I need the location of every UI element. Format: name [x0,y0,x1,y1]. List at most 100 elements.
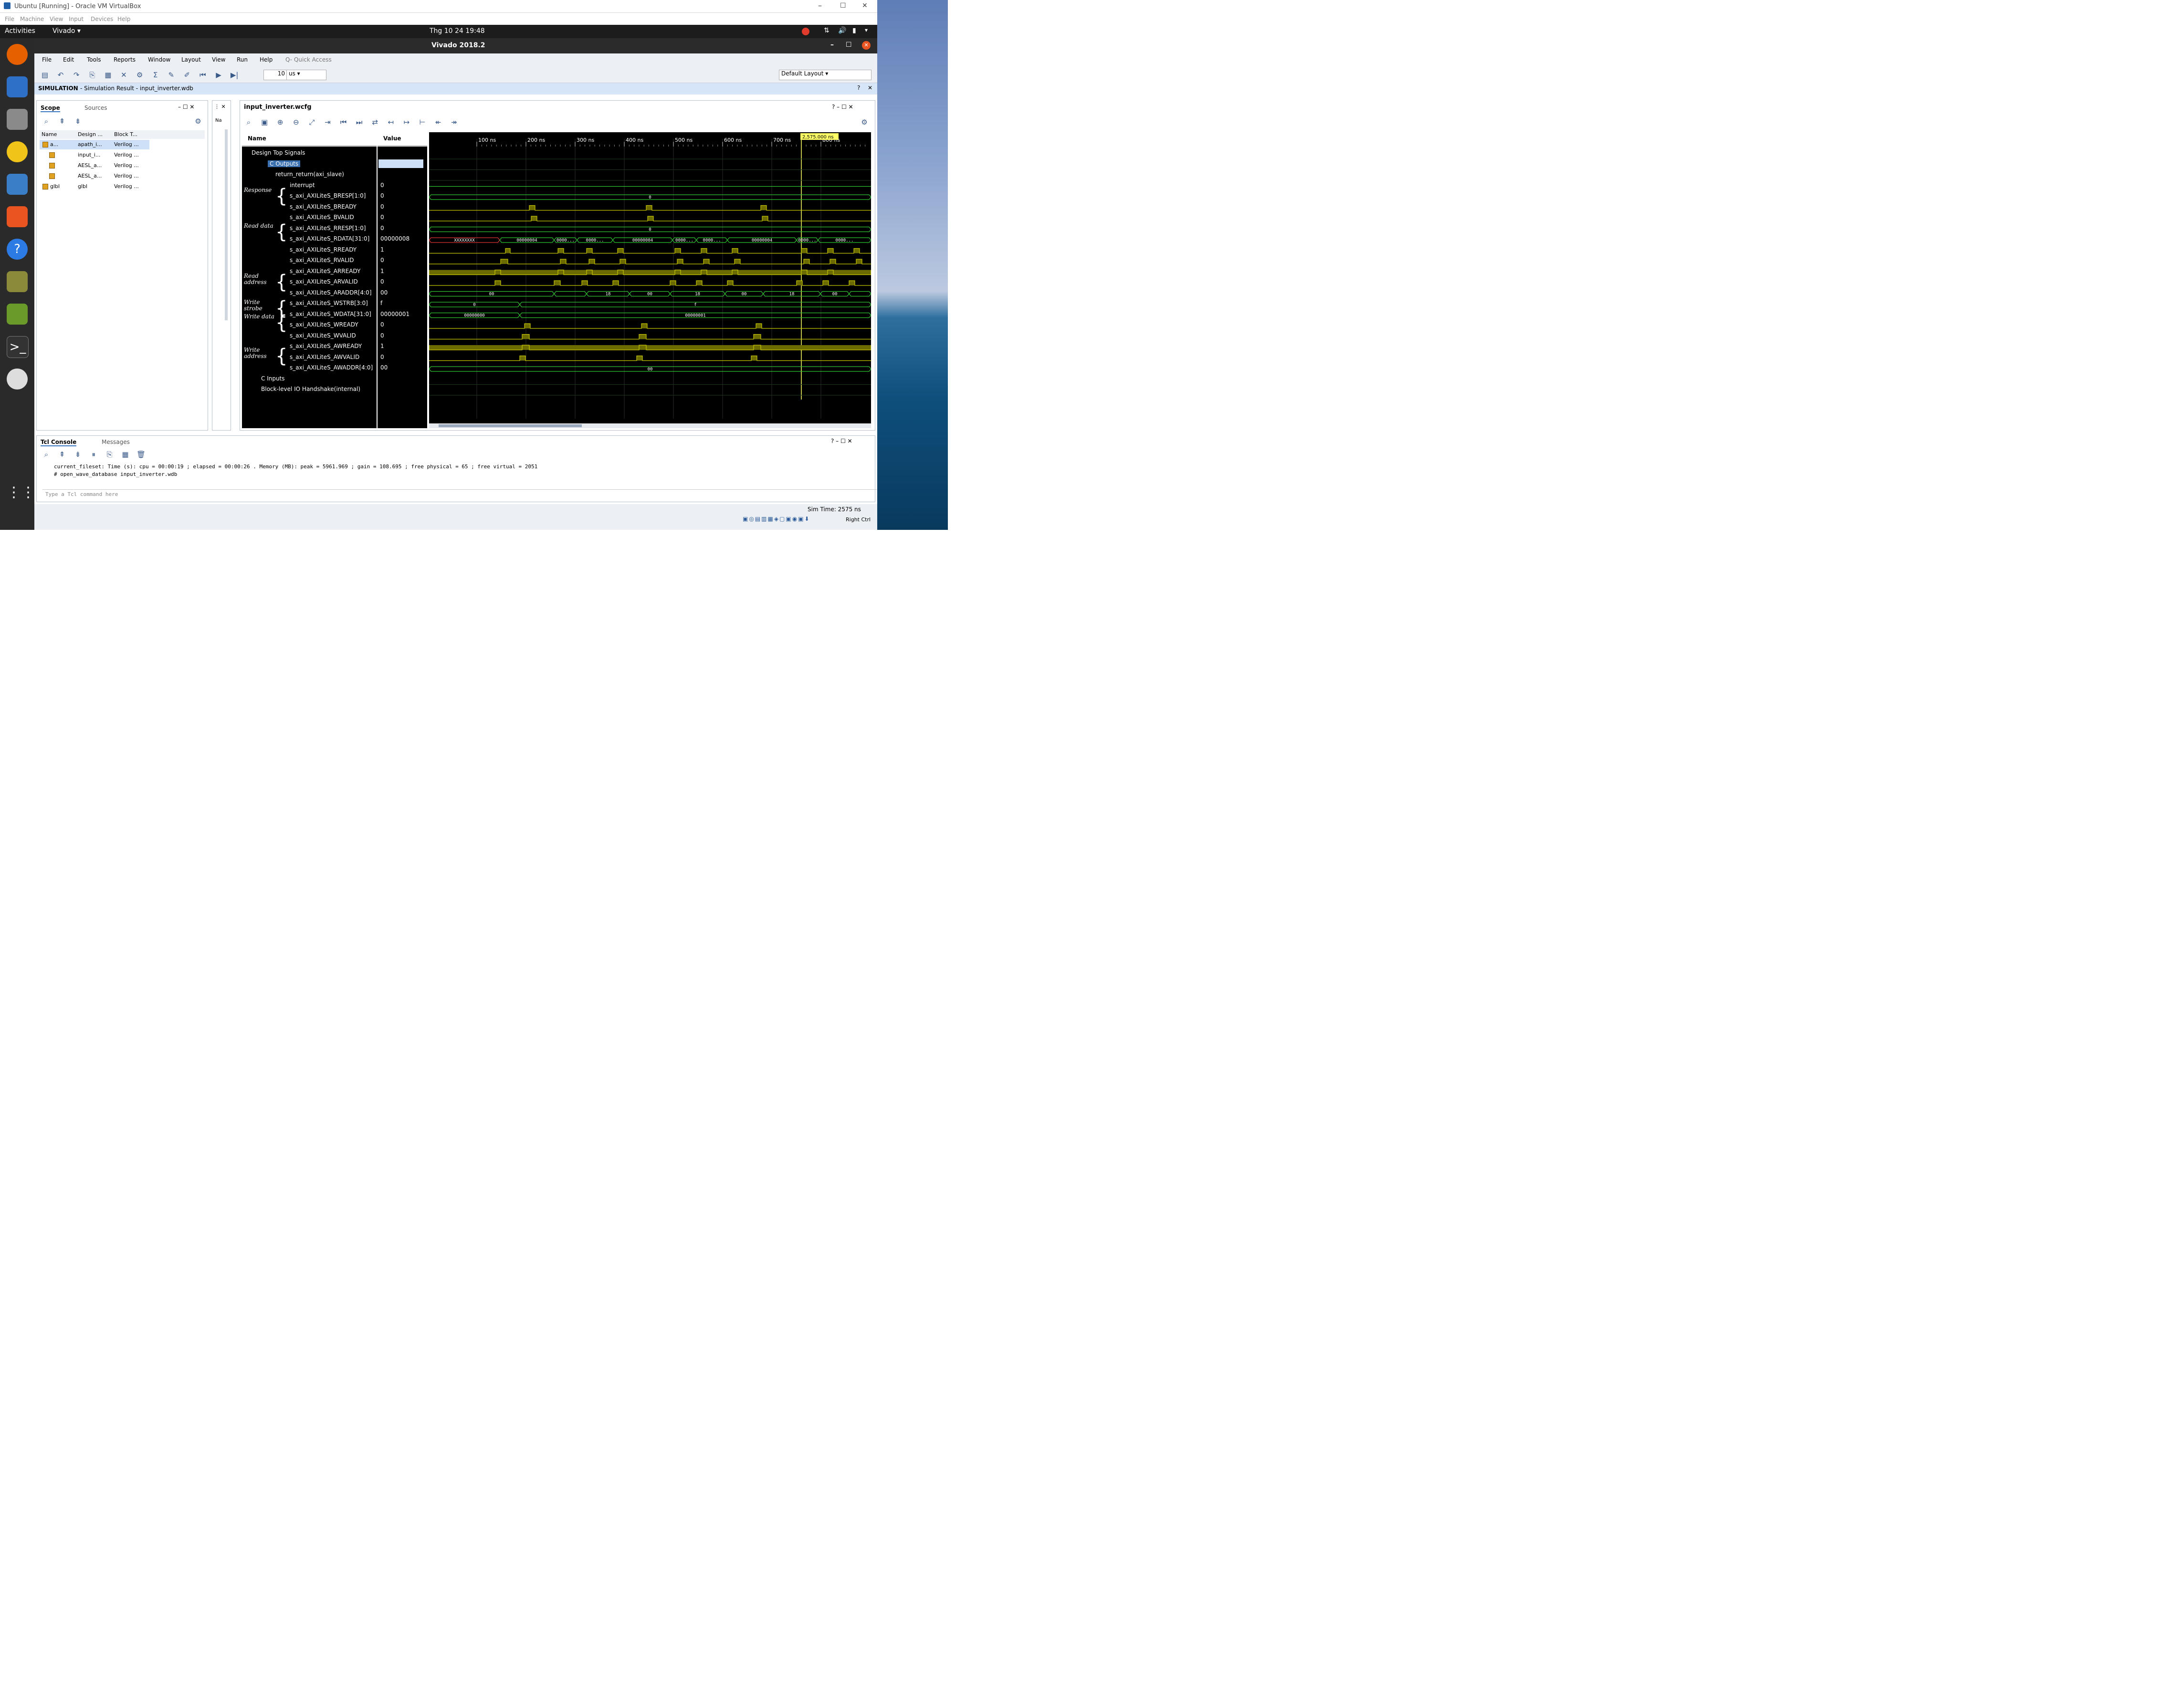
tab-tcl-console[interactable]: Tcl Console [41,439,77,446]
run-time-input[interactable]: 10 [263,70,287,80]
xilinx-icon[interactable] [7,304,28,325]
signal-name[interactable]: s_axi_AXILiteS_WVALID [290,332,356,339]
vivado-minimize-button[interactable]: – [830,41,834,49]
signal-name[interactable]: s_axi_AXILiteS_RVALID [290,257,354,263]
collapse-icon[interactable]: ⇞ [57,449,67,460]
help-icon[interactable]: ? [7,239,28,260]
signal-name[interactable]: interrupt [290,182,315,189]
signal-name[interactable]: s_axi_AXILiteS_AWVALID [290,354,359,360]
signal-name[interactable]: s_axi_AXILiteS_ARADDR[4:0] [290,289,372,296]
expand-all-icon[interactable]: ⇟ [73,116,83,126]
vivado-menu-edit[interactable]: Edit [63,56,74,63]
rhythmbox-icon[interactable] [7,141,28,162]
signal-name[interactable]: s_axi_AXILiteS_ARVALID [290,278,358,285]
software-icon[interactable] [7,206,28,227]
wave-col-name[interactable]: Name [248,135,266,142]
search-icon[interactable]: ⌕ [41,449,52,460]
activities-button[interactable]: Activities [5,27,35,35]
quick-access-input[interactable]: Q- Quick Access [285,56,332,63]
signal-name[interactable]: s_axi_AXILiteS_BVALID [290,214,354,221]
system-menu-icon[interactable]: ▾ [865,27,868,33]
scope-row[interactable]: AESL_a... Verilog ... [40,161,149,170]
signal-name[interactable]: s_axi_AXILiteS_AWADDR[4:0] [290,364,373,371]
menu-input[interactable]: Input [69,16,84,22]
vivado-menu-run[interactable]: Run [237,56,248,63]
menu-help[interactable]: Help [117,16,130,22]
collapse-all-icon[interactable]: ⇞ [57,116,67,126]
signal-name[interactable]: s_axi_AXILiteS_BREADY [290,203,357,210]
vivado-icon[interactable] [7,271,28,292]
next-marker-icon[interactable]: ↠ [449,117,459,127]
signal-name[interactable]: s_axi_AXILiteS_RREADY [290,246,357,253]
zoom-out-icon[interactable]: ⊖ [291,117,301,127]
vivado-menu-help[interactable]: Help [260,56,273,63]
writer-icon[interactable] [7,174,28,195]
pen-icon[interactable]: ✐ [182,70,192,80]
restart-icon[interactable]: ⏮ [198,70,208,80]
terminal-icon[interactable]: >_ [7,336,29,358]
clock[interactable]: Thg 10 24 19:48 [430,27,485,35]
help-icon[interactable]: ? [857,84,860,91]
undo-icon[interactable]: ↶ [55,70,66,80]
scope-row[interactable]: input_i... Verilog ... [40,150,149,160]
volume-icon[interactable]: 🔊 [838,27,846,34]
scope-row[interactable]: AESL_a... Verilog ... [40,171,149,181]
battery-icon[interactable]: ▮ [852,27,856,34]
run-all-icon[interactable]: ▶ [213,70,224,80]
signal-name[interactable]: s_axi_AXILiteS_WSTRB[3:0] [290,300,368,306]
pause-icon[interactable]: ⏸ [88,449,99,460]
files-icon[interactable] [7,109,28,130]
panel-window-controls[interactable]: – ☐ ✕ [178,104,194,110]
tcl-command-input[interactable]: Type a Tcl command here [42,489,877,502]
vivado-menu-reports[interactable]: Reports [114,56,136,63]
go-to-start-icon[interactable]: ⏮ [338,117,349,127]
waveform-canvas[interactable]: 100 ns 200 ns 300 ns 400 ns 500 ns 600 ns 700 … [429,132,871,428]
wave-col-value[interactable]: Value [383,135,401,142]
menu-devices[interactable]: Devices [91,16,113,22]
open-project-icon[interactable]: ▤ [40,70,50,80]
signal-group[interactable]: return_return(axi_slave) [275,171,344,178]
go-to-end-icon[interactable]: ⏭ [354,117,365,127]
virtualbox-status-icons[interactable]: ▣◎▤▥▦◈▢▣◉▣⬇ [743,516,810,522]
swap-cursors-icon[interactable]: ⇄ [370,117,380,127]
scope-col-type[interactable]: Block T... [114,131,137,137]
menu-view[interactable]: View [50,16,63,22]
tab-wave-config[interactable]: input_inverter.wcfg [244,104,312,111]
run-time-unit-select[interactable]: us ▾ [286,70,326,80]
apps-grid-icon[interactable]: ⋮⋮ [7,482,35,503]
search-icon[interactable]: ⌕ [243,117,254,127]
maximize-button[interactable]: ☐ [840,2,846,10]
expand-icon[interactable]: ⇟ [73,449,83,460]
tab-messages[interactable]: Messages [102,439,130,445]
vivado-close-button[interactable]: ✕ [862,41,871,50]
signal-group[interactable]: C Inputs [261,375,285,382]
scope-col-name[interactable]: Name [42,131,57,137]
signal-group[interactable]: C Outputs [268,160,301,167]
wave-window-controls[interactable]: ? – ☐ ✕ [832,104,853,110]
tab-scope[interactable]: Scope [41,105,60,112]
delete-icon[interactable]: 🗑 [136,449,147,460]
close-button[interactable]: ✕ [862,2,868,10]
settings-icon[interactable]: ⚙ [135,70,145,80]
signal-name[interactable]: s_axi_AXILiteS_RRESP[1:0] [290,225,366,232]
redo-icon[interactable]: ↷ [71,70,82,80]
vivado-menu-file[interactable]: File [42,56,52,63]
add-marker-icon[interactable]: ⊢ [417,117,428,127]
menu-machine[interactable]: Machine [20,16,44,22]
scope-row[interactable]: a... apath_i... Verilog ... [40,140,149,149]
wave-horizontal-scrollbar[interactable] [429,423,871,428]
signal-name[interactable]: s_axi_AXILiteS_BRESP[1:0] [290,192,366,199]
signal-group[interactable]: Block-level IO Handshake(internal) [261,386,360,392]
zoom-fit-icon[interactable]: ⤢ [306,117,317,127]
copy-icon[interactable]: ⎘ [87,70,97,80]
gear-icon[interactable]: ⚙ [859,117,870,127]
signal-group[interactable]: Design Top Signals [252,149,305,156]
scope-col-design[interactable]: Design ... [78,131,103,137]
wand-icon[interactable]: ✎ [166,70,177,80]
signal-name[interactable]: s_axi_AXILiteS_WREADY [290,321,358,328]
search-icon[interactable]: ⌕ [41,116,52,126]
vivado-menu-view[interactable]: View [212,56,225,63]
wave-scroll-thumb[interactable] [439,424,582,427]
vivado-menu-layout[interactable]: Layout [181,56,201,63]
zoom-in-icon[interactable]: ⊕ [275,117,285,127]
